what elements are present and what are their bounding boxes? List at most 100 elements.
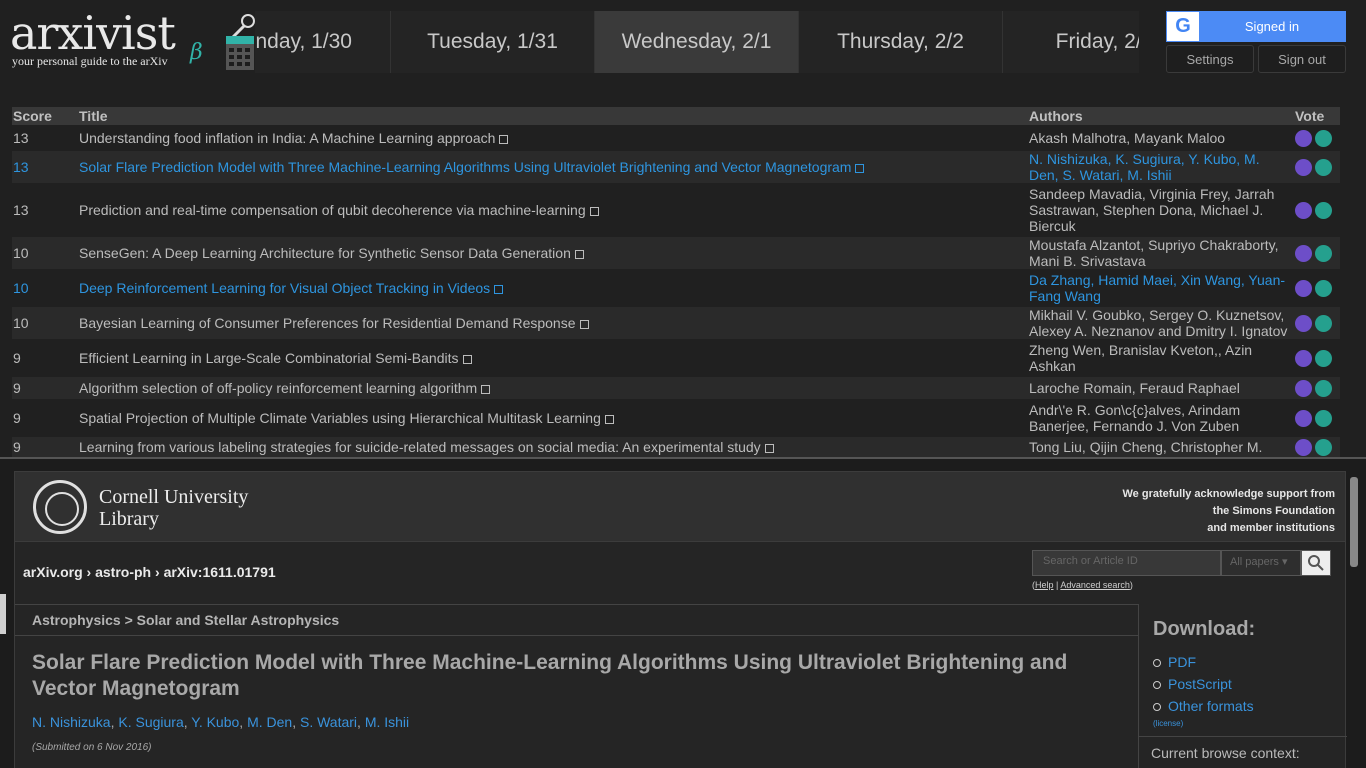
search-scope-select[interactable]: All papers ▾ <box>1221 550 1301 576</box>
search-input[interactable]: Search or Article ID <box>1032 550 1221 576</box>
search-button[interactable] <box>1301 550 1331 576</box>
downvote-icon[interactable] <box>1315 244 1332 262</box>
title-cell: Prediction and real-time compensation of… <box>78 183 1028 237</box>
tab-day[interactable]: nday, 1/30 <box>255 11 391 73</box>
breadcrumb: arXiv.org › astro-ph › arXiv:1611.01791 <box>23 564 276 580</box>
arxiv-header: Cornell University Library We gratefully… <box>15 472 1345 542</box>
authors-cell: Andr\'e R. Gon\c{c}alves, Arindam Banerj… <box>1029 402 1241 434</box>
tab-day-selected[interactable]: Wednesday, 2/1 <box>595 11 799 73</box>
external-link-icon[interactable] <box>499 135 509 144</box>
author-link[interactable]: K. Sugiura <box>118 714 183 730</box>
column-header-title[interactable]: Title <box>78 107 1028 125</box>
authors-cell: Da Zhang, Hamid Maei, Xin Wang, Yuan-Fan… <box>1029 272 1286 304</box>
downvote-icon[interactable] <box>1315 349 1332 367</box>
license-link[interactable]: (license) <box>1153 719 1343 728</box>
paper-title-link[interactable]: SenseGen: A Deep Learning Architecture f… <box>79 245 571 261</box>
author-link[interactable]: M. Den <box>247 714 292 730</box>
vote-cell <box>1294 237 1340 269</box>
google-signin-button[interactable]: G Signed in <box>1166 11 1346 42</box>
download-postscript-link[interactable]: PostScript <box>1153 673 1343 695</box>
scrollbar[interactable] <box>1350 477 1358 567</box>
upvote-icon[interactable] <box>1295 244 1312 262</box>
paper-title-link[interactable]: Solar Flare Prediction Model with Three … <box>79 159 851 175</box>
authors-cell: Zheng Wen, Branislav Kveton,, Azin Ashka… <box>1029 342 1253 374</box>
authors-cell: Laroche Romain, Feraud Raphael <box>1028 377 1294 399</box>
upvote-icon[interactable] <box>1295 279 1312 297</box>
score-cell: 9 <box>13 410 21 426</box>
author-link[interactable]: M. Ishii <box>365 714 409 730</box>
author-link[interactable]: Y. Kubo <box>191 714 239 730</box>
authors-cell: N. Nishizuka, K. Sugiura, Y. Kubo, M. De… <box>1028 151 1294 183</box>
breadcrumb-category[interactable]: astro-ph <box>95 564 151 580</box>
score-cell: 13 <box>13 130 29 146</box>
paper-title-link[interactable]: Bayesian Learning of Consumer Preference… <box>79 315 576 331</box>
advanced-search-link[interactable]: Advanced search <box>1060 580 1130 590</box>
downvote-icon[interactable] <box>1315 129 1332 147</box>
paper-title-link[interactable]: Deep Reinforcement Learning for Visual O… <box>79 280 490 296</box>
calendar-icon[interactable] <box>222 12 258 72</box>
paper-title-link[interactable]: Prediction and real-time compensation of… <box>79 202 586 218</box>
upvote-icon[interactable] <box>1295 349 1312 367</box>
download-other-formats-link[interactable]: Other formats <box>1153 695 1343 717</box>
help-link[interactable]: Help <box>1035 580 1054 590</box>
breadcrumb-arxiv[interactable]: arXiv.org <box>23 564 83 580</box>
authors-cell: Mikhail V. Goubko, Sergey O. Kuznetsov, … <box>1028 307 1294 339</box>
browse-context: Current browse context: <box>1139 736 1347 768</box>
authors-cell: Moustafa Alzantot, Supriyo Chakraborty, … <box>1028 237 1294 269</box>
tab-day[interactable]: Friday, 2/3 <box>1003 11 1139 73</box>
author-link[interactable]: S. Watari <box>300 714 357 730</box>
external-link-icon[interactable] <box>855 164 865 173</box>
score-cell: 10 <box>13 280 29 296</box>
upvote-icon[interactable] <box>1295 158 1312 176</box>
vote-cell <box>1294 399 1340 437</box>
subject-heading: Astrophysics > Solar and Stellar Astroph… <box>15 605 1138 636</box>
external-link-icon[interactable] <box>481 385 491 394</box>
download-pdf-link[interactable]: PDF <box>1153 651 1343 673</box>
upvote-icon[interactable] <box>1295 201 1312 219</box>
title-cell: SenseGen: A Deep Learning Architecture f… <box>78 237 1028 269</box>
downvote-icon[interactable] <box>1315 279 1332 297</box>
column-header-authors[interactable]: Authors <box>1028 107 1294 125</box>
external-link-icon[interactable] <box>579 320 589 329</box>
settings-button[interactable]: Settings <box>1166 45 1254 73</box>
external-link-icon[interactable] <box>494 285 504 294</box>
authors-cell: Akash Malhotra, Mayank Maloo <box>1029 130 1226 146</box>
external-link-icon[interactable] <box>589 207 599 216</box>
table-row: 10 Deep Reinforcement Learning for Visual… <box>12 269 1340 307</box>
paper-title-link[interactable]: Understanding food inflation in India: A… <box>79 130 495 146</box>
title-cell: Efficient Learning in Large-Scale Combin… <box>78 339 1028 377</box>
column-header-score[interactable]: Score <box>12 107 78 125</box>
downvote-icon[interactable] <box>1315 438 1332 456</box>
upvote-icon[interactable] <box>1295 438 1312 456</box>
downvote-icon[interactable] <box>1315 379 1332 397</box>
external-link-icon[interactable] <box>574 250 584 259</box>
title-cell: Spatial Projection of Multiple Climate V… <box>78 399 1028 437</box>
sign-out-button[interactable]: Sign out <box>1258 45 1346 73</box>
tab-day[interactable]: Thursday, 2/2 <box>799 11 1003 73</box>
paper-title-link[interactable]: Spatial Projection of Multiple Climate V… <box>79 410 601 426</box>
paper-title-link[interactable]: Efficient Learning in Large-Scale Combin… <box>79 350 459 366</box>
vote-cell <box>1294 307 1340 339</box>
paper-title-link[interactable]: Algorithm selection of off-policy reinfo… <box>79 380 477 396</box>
downvote-icon[interactable] <box>1315 201 1332 219</box>
cornell-library-logo[interactable]: Cornell University Library <box>99 486 248 530</box>
author-link[interactable]: N. Nishizuka <box>32 714 111 730</box>
upvote-icon[interactable] <box>1295 379 1312 397</box>
vote-cell <box>1294 377 1340 399</box>
paper-title-link[interactable]: Learning from various labeling strategie… <box>79 439 761 455</box>
downvote-icon[interactable] <box>1315 158 1332 176</box>
score-cell: 13 <box>13 202 29 218</box>
downvote-icon[interactable] <box>1315 314 1332 332</box>
upvote-icon[interactable] <box>1295 409 1312 427</box>
external-link-icon[interactable] <box>604 415 614 424</box>
external-link-icon[interactable] <box>462 355 472 364</box>
search-icon <box>1308 555 1324 571</box>
upvote-icon[interactable] <box>1295 129 1312 147</box>
external-link-icon[interactable] <box>764 444 774 453</box>
cornell-seal-logo[interactable] <box>33 480 87 534</box>
upvote-icon[interactable] <box>1295 314 1312 332</box>
tab-day[interactable]: Tuesday, 1/31 <box>391 11 595 73</box>
download-heading: Download: <box>1153 618 1256 640</box>
downvote-icon[interactable] <box>1315 409 1332 427</box>
table-row: 13 Understanding food inflation in India:… <box>12 125 1340 151</box>
